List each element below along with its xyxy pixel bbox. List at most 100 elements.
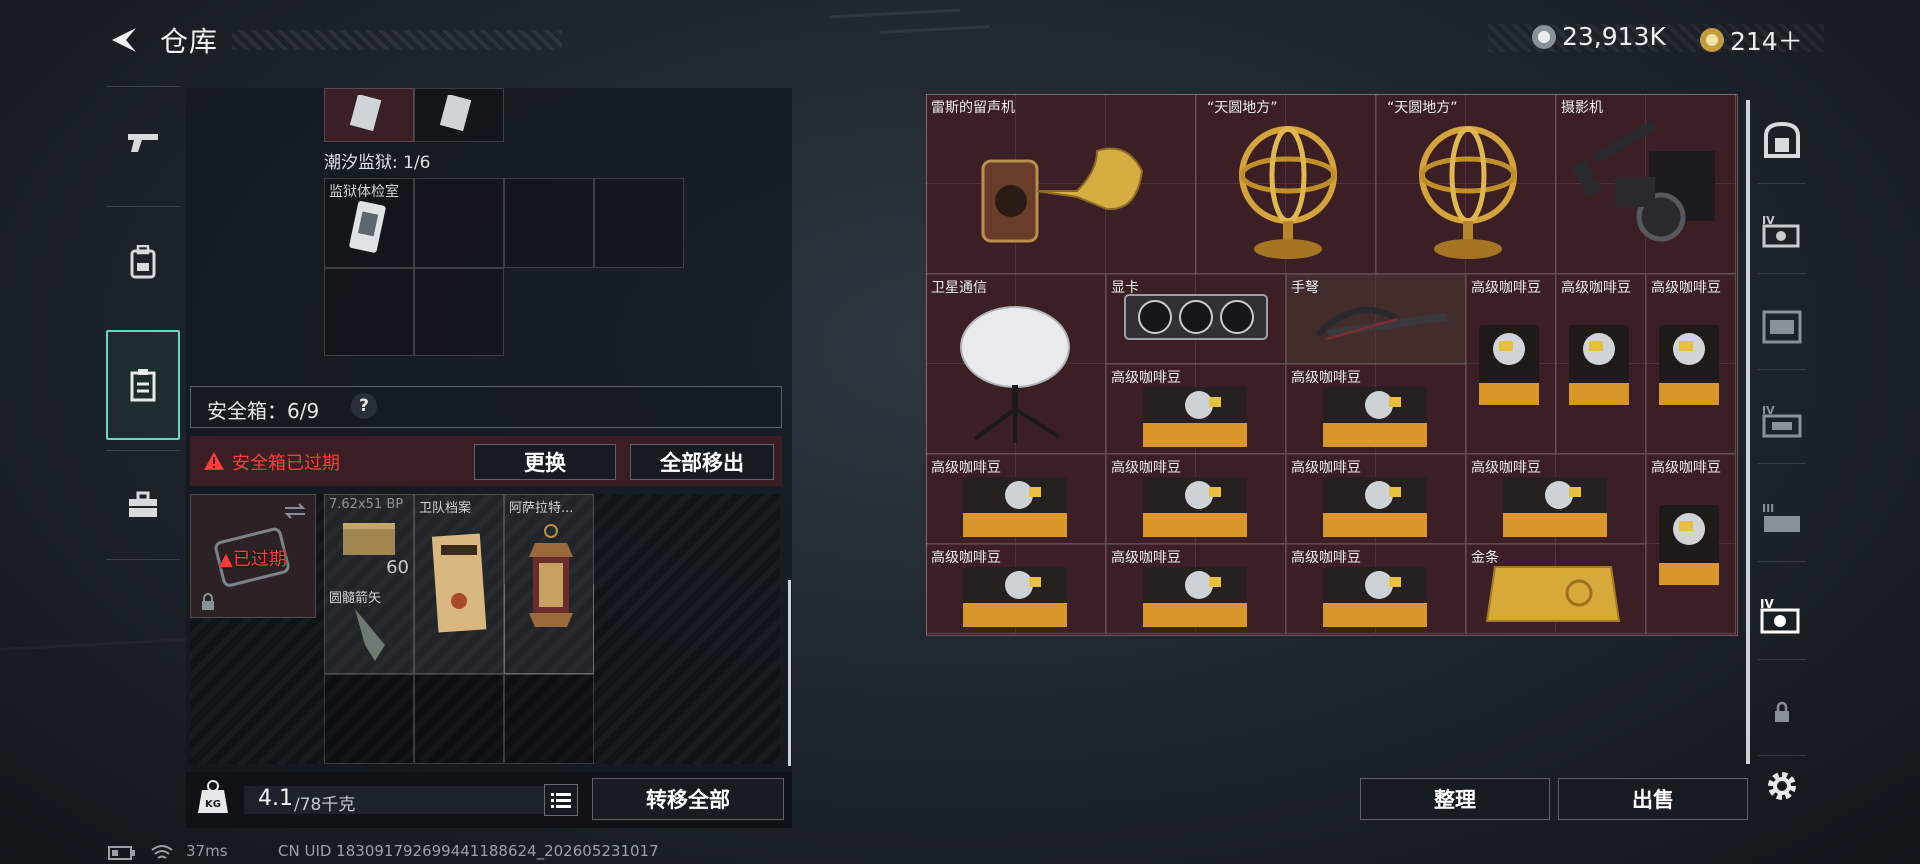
coffee-pack-icon xyxy=(1503,477,1607,537)
item-name: 高级咖啡豆 xyxy=(1291,550,1361,566)
back-arrow-icon[interactable] xyxy=(106,22,142,58)
storage-item-coffee-beans[interactable]: 高级咖啡豆 xyxy=(1286,454,1466,544)
coffee-bag-icon xyxy=(1659,505,1719,585)
right-nav-item[interactable] xyxy=(1752,672,1812,756)
item-name: 高级咖啡豆 xyxy=(1111,460,1181,476)
nav-backpack[interactable] xyxy=(106,206,180,316)
nav-weapons[interactable] xyxy=(106,86,180,196)
list-view-button[interactable] xyxy=(544,784,578,816)
item-name: 雷斯的留声机 xyxy=(931,100,1015,116)
armillary-sphere-icon xyxy=(1239,126,1337,259)
coffee-pack-icon xyxy=(1323,567,1427,627)
right-nav-item[interactable] xyxy=(1752,286,1812,370)
storage-item-crossbow[interactable]: 手弩 xyxy=(1286,274,1466,364)
right-nav-item[interactable]: IV xyxy=(1752,380,1812,464)
safebox-slot[interactable] xyxy=(504,674,594,764)
satellite-dish-icon xyxy=(960,306,1070,443)
document-item-icon xyxy=(439,95,472,132)
inventory-slot[interactable] xyxy=(414,268,504,356)
storage-item-satellite[interactable]: 卫星通信 xyxy=(926,274,1106,454)
help-icon[interactable]: ? xyxy=(351,393,377,419)
nav-divider xyxy=(1758,369,1806,370)
storage-item-coffee-beans[interactable]: 高级咖啡豆 xyxy=(1646,274,1736,454)
inventory-slot[interactable] xyxy=(324,88,414,142)
right-nav-item[interactable]: III xyxy=(1752,478,1812,562)
inventory-slot[interactable] xyxy=(414,88,504,142)
coffee-bag-icon xyxy=(1659,325,1719,405)
sell-button[interactable]: 出售 xyxy=(1558,778,1748,820)
storage-item-gold-bar[interactable]: 金条 xyxy=(1466,544,1646,634)
coffee-pack-icon xyxy=(1143,567,1247,627)
safebox-slot[interactable]: 卫队档案 xyxy=(414,494,504,674)
safebox-warning-text: 安全箱已过期 xyxy=(232,453,340,474)
storage-item-coffee-beans[interactable]: 高级咖啡豆 xyxy=(1466,454,1646,544)
level-4-cabinet-icon: IV xyxy=(1762,404,1802,438)
ammo-count: 60 xyxy=(386,557,409,578)
replace-button[interactable]: 更换 xyxy=(474,444,616,480)
storage-item-coffee-beans[interactable]: 高级咖啡豆 xyxy=(1286,364,1466,454)
safebox-slot[interactable]: 7.62x51 BP 60 圆髓箭矢 xyxy=(324,494,414,674)
safebox-slot[interactable] xyxy=(324,674,414,764)
svg-text:III: III xyxy=(1762,502,1774,515)
level-3-rack-icon: III xyxy=(1762,502,1800,532)
silver-amount: 23,913K xyxy=(1562,22,1666,51)
nav-divider xyxy=(1758,273,1806,274)
right-scrollbar[interactable] xyxy=(1746,100,1750,764)
storage-item-coffee-beans[interactable]: 高级咖啡豆 xyxy=(1106,544,1286,634)
inventory-slot[interactable] xyxy=(594,178,684,268)
right-nav-item[interactable]: IV xyxy=(1752,190,1812,274)
storage-item-camera[interactable]: 摄影机 xyxy=(1556,94,1736,274)
keycard-item-icon xyxy=(349,201,386,253)
left-nav xyxy=(106,86,180,572)
coffee-bag-icon xyxy=(1569,325,1629,405)
storage-item-coffee-beans[interactable]: 高级咖啡豆 xyxy=(1286,544,1466,634)
storage-item-gpu[interactable]: 显卡 xyxy=(1106,274,1286,364)
ammo-box-icon xyxy=(343,523,395,555)
nav-divider xyxy=(1758,183,1806,184)
sort-button[interactable]: 整理 xyxy=(1360,778,1550,820)
storage-item-coffee-beans[interactable]: 高级咖啡豆 xyxy=(926,544,1106,634)
storage-item-coffee-beans[interactable]: 高级咖啡豆 xyxy=(926,454,1106,544)
storage-item-coffee-beans[interactable]: 高级咖啡豆 xyxy=(1556,274,1646,454)
right-nav-item[interactable] xyxy=(1752,100,1812,184)
coffee-pack-icon xyxy=(963,567,1067,627)
storage-item-gramophone[interactable]: 雷斯的留声机 xyxy=(926,94,1196,274)
item-name: 高级咖啡豆 xyxy=(1111,370,1181,386)
level-4-box-icon: IV xyxy=(1760,597,1800,634)
item-name: 高级咖啡豆 xyxy=(1291,460,1361,476)
item-name: 高级咖啡豆 xyxy=(1291,370,1361,386)
storage-item-coffee-beans[interactable]: 高级咖啡豆 xyxy=(1646,454,1736,634)
backpack-icon xyxy=(130,244,156,278)
item-name: 高级咖啡豆 xyxy=(1471,460,1541,476)
storage-item-coffee-beans[interactable]: 高级咖啡豆 xyxy=(1106,454,1286,544)
storage-item-armillary-sphere[interactable]: “天圆地方” xyxy=(1196,94,1376,274)
weight-current: 4.1 xyxy=(258,786,293,811)
inventory-slot[interactable] xyxy=(324,268,414,356)
gold-coin-icon xyxy=(1700,28,1724,52)
nav-container[interactable] xyxy=(106,330,180,440)
inventory-slot[interactable] xyxy=(504,178,594,268)
left-scrollbar[interactable] xyxy=(788,580,791,766)
coffee-pack-icon xyxy=(1323,477,1427,537)
wifi-icon xyxy=(151,845,173,859)
remove-all-button[interactable]: 全部移出 xyxy=(630,444,774,480)
uid-text: CN UID 1830917926994411886​24_2026052310… xyxy=(278,842,659,860)
weight-icon: KG xyxy=(198,780,228,813)
nav-toolbox[interactable] xyxy=(106,450,180,560)
storage-item-coffee-beans[interactable]: 高级咖啡豆 xyxy=(1466,274,1556,454)
inventory-slot[interactable] xyxy=(414,178,504,268)
document-item-icon xyxy=(349,95,382,132)
safebox-item[interactable]: ▲已过期 xyxy=(190,494,316,618)
safebox-header: 安全箱：6/9 ? xyxy=(190,386,782,428)
storage-item-coffee-beans[interactable]: 高级咖啡豆 xyxy=(1106,364,1286,454)
transfer-all-button[interactable]: 转移全部 xyxy=(592,778,784,820)
title-decoration xyxy=(232,30,562,50)
inventory-slot[interactable]: 监狱体检室 xyxy=(324,178,414,268)
safebox-slot[interactable] xyxy=(504,584,594,674)
gold-currency[interactable]: 214＋ xyxy=(1700,22,1803,58)
right-nav-item[interactable]: IV xyxy=(1752,576,1812,660)
storage-item-armillary-sphere[interactable]: “天圆地方” xyxy=(1376,94,1556,274)
safebox-slot[interactable] xyxy=(414,674,504,764)
item-name: 高级咖啡豆 xyxy=(931,550,1001,566)
right-nav-item[interactable] xyxy=(1752,746,1812,826)
